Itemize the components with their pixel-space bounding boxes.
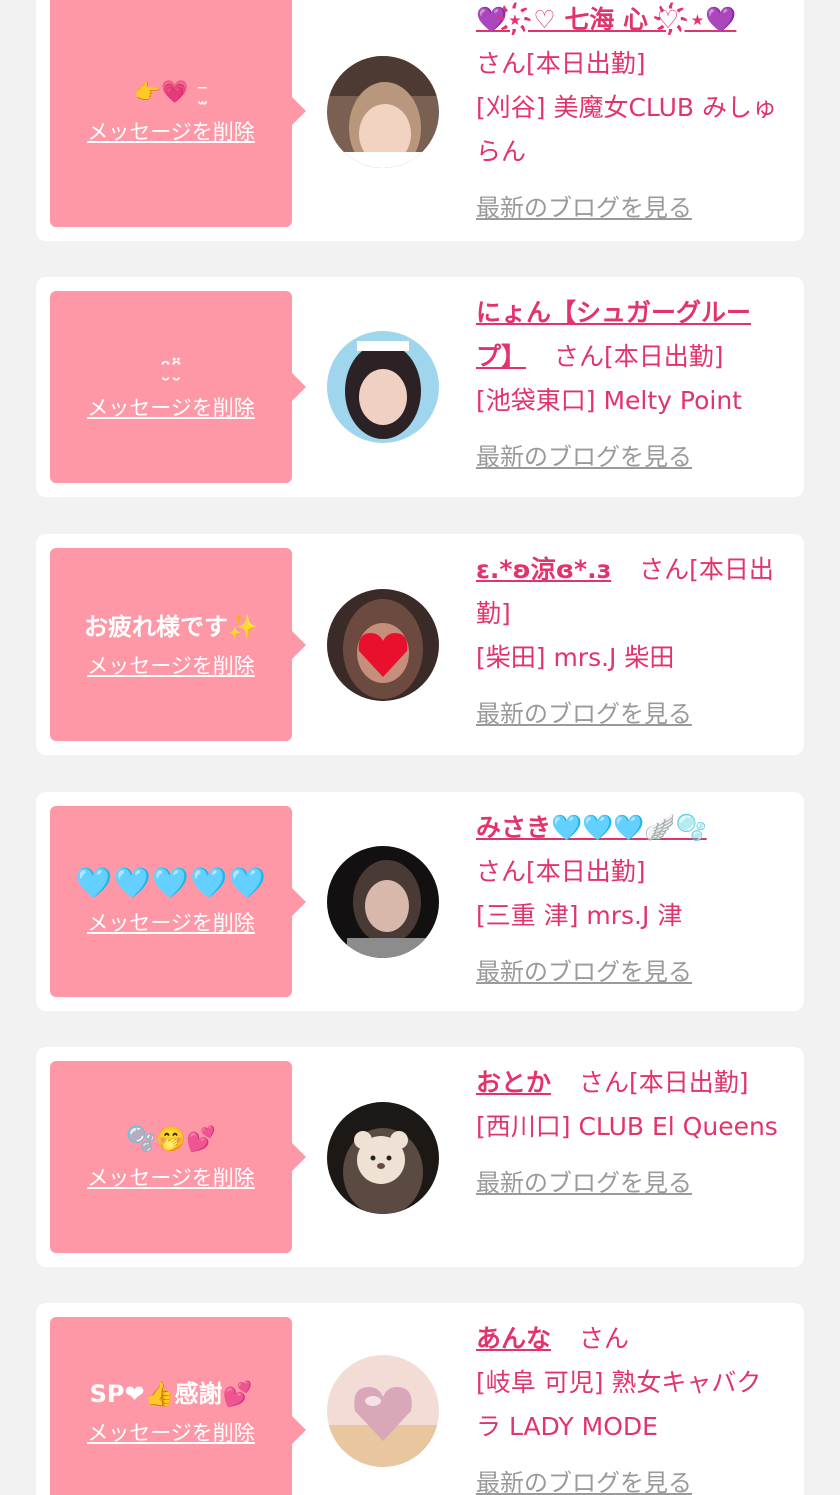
message-text: 👉💗 ⁻̫ xyxy=(133,79,209,105)
message-card: お疲れ様です✨ メッセージを削除 ε.*ʚ涼ɞ*.з さん[本日出勤] [柴田]… xyxy=(36,534,804,755)
shop-name: [西川口] CLUB El Queens xyxy=(476,1112,778,1141)
delete-message-link[interactable]: メッセージを削除 xyxy=(87,1417,255,1447)
shop-name: [三重 津] mrs.J 津 xyxy=(476,901,683,930)
work-status: [本日出勤] xyxy=(628,1068,749,1097)
avatar[interactable] xyxy=(327,589,439,701)
message-text: 🩵🩵🩵🩵🩵 xyxy=(75,865,267,901)
avatar-photo xyxy=(327,846,439,958)
delete-message-link[interactable]: メッセージを削除 xyxy=(87,907,255,937)
avatar-photo xyxy=(327,589,439,701)
cast-name-link[interactable]: ε.*ʚ涼ɞ*.з xyxy=(476,555,611,584)
delete-message-link[interactable]: メッセージを削除 xyxy=(87,392,255,422)
work-status: [本日出勤] xyxy=(526,49,646,78)
delete-message-link[interactable]: メッセージを削除 xyxy=(87,650,255,680)
cast-name-link[interactable]: みさき🩵🩵🩵🪽🫧 xyxy=(476,813,707,842)
honorific: さん xyxy=(578,1324,629,1353)
shop-name: [刈谷] 美魔女CLUB みしゅらん xyxy=(476,93,777,166)
avatar-photo xyxy=(327,331,439,443)
message-text: お疲れ様です✨ xyxy=(84,612,258,641)
avatar[interactable] xyxy=(327,56,439,168)
avatar[interactable] xyxy=(327,1102,439,1214)
avatar[interactable] xyxy=(327,331,439,443)
message-text: ᵔ̮ᵔ̮̈ xyxy=(160,356,182,381)
honorific: さん xyxy=(476,857,527,886)
avatar-photo xyxy=(327,1102,439,1214)
message-bubble: 🫧🤭💕 メッセージを削除 xyxy=(50,1061,306,1253)
latest-blog-link[interactable]: 最新のブログを見る xyxy=(476,950,786,994)
message-bubble: お疲れ様です✨ メッセージを削除 xyxy=(50,548,306,741)
message-card: SP❤👍感謝💕 メッセージを削除 あんな さん [岐阜 可児] 熟女キャバクラ … xyxy=(36,1303,804,1495)
delete-message-link[interactable]: メッセージを削除 xyxy=(87,116,255,146)
work-status: [本日出勤] xyxy=(603,342,724,371)
shop-name: [岐阜 可児] 熟女キャバクラ LADY MODE xyxy=(476,1368,762,1441)
work-status: [本日出勤] xyxy=(526,857,646,886)
message-card: 👉💗 ⁻̫ メッセージを削除 💜⋆҉♡ 七海 心 ♡҉⋆💜 さん[本日出勤] [… xyxy=(36,0,804,241)
avatar-photo xyxy=(327,56,439,168)
latest-blog-link[interactable]: 最新のブログを見る xyxy=(476,1161,786,1205)
message-bubble: 🩵🩵🩵🩵🩵 メッセージを削除 xyxy=(50,806,306,997)
latest-blog-link[interactable]: 最新のブログを見る xyxy=(476,1461,786,1495)
message-bubble: 👉💗 ⁻̫ メッセージを削除 xyxy=(50,0,306,227)
avatar[interactable] xyxy=(327,1355,439,1467)
message-list: 👉💗 ⁻̫ メッセージを削除 💜⋆҉♡ 七海 心 ♡҉⋆💜 さん[本日出勤] [… xyxy=(0,0,840,1495)
shop-name: [池袋東口] Melty Point xyxy=(476,386,742,415)
message-card: 🩵🩵🩵🩵🩵 メッセージを削除 みさき🩵🩵🩵🪽🫧 さん[本日出勤] [三重 津] … xyxy=(36,792,804,1011)
honorific: さん xyxy=(639,555,690,584)
honorific: さん xyxy=(476,49,527,78)
message-card: 🫧🤭💕 メッセージを削除 おとか さん[本日出勤] [西川口] CLUB El … xyxy=(36,1047,804,1267)
latest-blog-link[interactable]: 最新のブログを見る xyxy=(476,186,786,230)
honorific: さん xyxy=(578,1068,629,1097)
cast-name-link[interactable]: 💜⋆҉♡ 七海 心 ♡҉⋆💜 xyxy=(476,5,736,34)
message-bubble: ᵔ̮ᵔ̮̈ メッセージを削除 xyxy=(50,291,306,483)
message-text: 🫧🤭💕 xyxy=(126,1125,216,1153)
avatar-photo xyxy=(327,1355,439,1467)
latest-blog-link[interactable]: 最新のブログを見る xyxy=(476,692,786,736)
avatar[interactable] xyxy=(327,846,439,958)
message-card: ᵔ̮ᵔ̮̈ メッセージを削除 にょん【シュガーグループ】 さん[本日出勤] [池… xyxy=(36,277,804,497)
latest-blog-link[interactable]: 最新のブログを見る xyxy=(476,435,786,479)
message-text: SP❤👍感謝💕 xyxy=(89,1380,253,1408)
cast-name-link[interactable]: おとか xyxy=(476,1068,551,1097)
shop-name: [柴田] mrs.J 柴田 xyxy=(476,643,675,672)
cast-name-link[interactable]: あんな xyxy=(476,1324,551,1353)
message-bubble: SP❤👍感謝💕 メッセージを削除 xyxy=(50,1317,306,1495)
delete-message-link[interactable]: メッセージを削除 xyxy=(87,1162,255,1192)
honorific: さん xyxy=(553,342,604,371)
